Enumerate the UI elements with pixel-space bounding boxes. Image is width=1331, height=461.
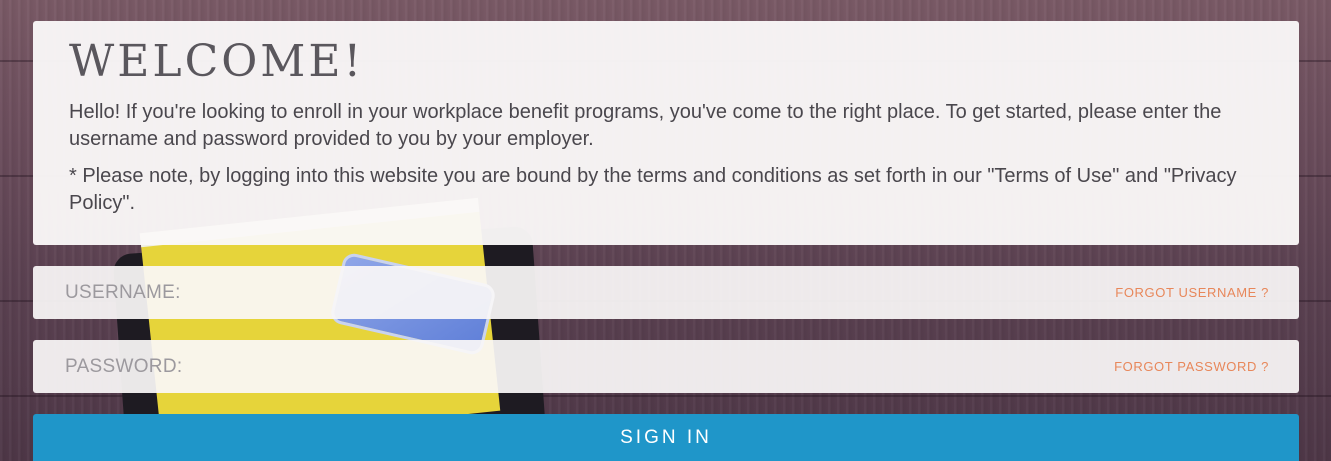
welcome-intro: Hello! If you're looking to enroll in yo… <box>69 101 1222 150</box>
username-input[interactable] <box>65 281 865 304</box>
welcome-card: WELCOME! Hello! If you're looking to enr… <box>33 21 1299 245</box>
forgot-username-link[interactable]: FORGOT USERNAME ? <box>1115 285 1269 300</box>
password-field: FORGOT PASSWORD ? <box>33 340 1299 393</box>
welcome-title: WELCOME! <box>69 36 365 87</box>
username-field: FORGOT USERNAME ? <box>33 266 1299 319</box>
forgot-password-link[interactable]: FORGOT PASSWORD ? <box>1114 359 1269 374</box>
terms-note: * Please note, by logging into this webs… <box>69 165 1237 214</box>
sign-in-button[interactable]: SIGN IN <box>33 414 1299 461</box>
password-input[interactable] <box>65 355 865 378</box>
